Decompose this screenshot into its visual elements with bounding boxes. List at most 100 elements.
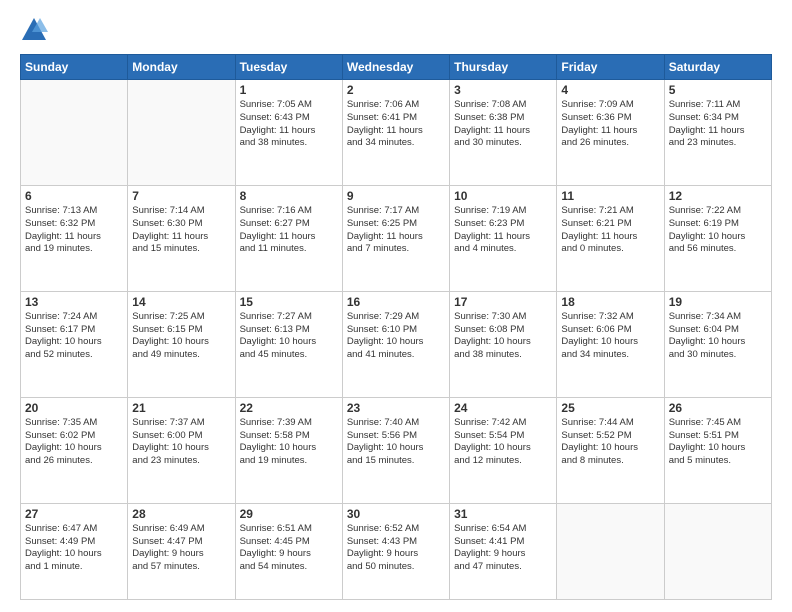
cell-line: Sunrise: 7:14 AM [132,205,230,218]
day-number: 8 [240,189,338,203]
cell-line: Sunset: 4:43 PM [347,536,445,549]
calendar-cell-1-3: 1Sunrise: 7:05 AMSunset: 6:43 PMDaylight… [235,80,342,186]
cell-line: Daylight: 11 hours [454,231,552,244]
cell-line: Daylight: 10 hours [669,336,767,349]
cell-line: Sunset: 6:17 PM [25,324,123,337]
calendar-cell-5-4: 30Sunrise: 6:52 AMSunset: 4:43 PMDayligh… [342,503,449,599]
cell-line: Sunrise: 7:13 AM [25,205,123,218]
calendar-cell-2-7: 12Sunrise: 7:22 AMSunset: 6:19 PMDayligh… [664,185,771,291]
cell-line: and 45 minutes. [240,349,338,362]
cell-line: Sunset: 4:45 PM [240,536,338,549]
cell-line: Daylight: 10 hours [669,442,767,455]
weekday-header-friday: Friday [557,55,664,80]
cell-line: and 1 minute. [25,561,123,574]
week-row-4: 20Sunrise: 7:35 AMSunset: 6:02 PMDayligh… [21,397,772,503]
cell-line: Sunrise: 6:51 AM [240,523,338,536]
calendar-cell-2-1: 6Sunrise: 7:13 AMSunset: 6:32 PMDaylight… [21,185,128,291]
cell-line: and 41 minutes. [347,349,445,362]
day-number: 29 [240,507,338,521]
cell-line: Sunrise: 7:06 AM [347,99,445,112]
day-number: 16 [347,295,445,309]
day-number: 12 [669,189,767,203]
day-number: 2 [347,83,445,97]
cell-line: Sunset: 6:25 PM [347,218,445,231]
cell-line: and 38 minutes. [240,137,338,150]
cell-line: and 0 minutes. [561,243,659,256]
calendar-cell-2-6: 11Sunrise: 7:21 AMSunset: 6:21 PMDayligh… [557,185,664,291]
cell-line: Sunrise: 7:37 AM [132,417,230,430]
calendar-cell-2-4: 9Sunrise: 7:17 AMSunset: 6:25 PMDaylight… [342,185,449,291]
cell-line: Sunrise: 7:11 AM [669,99,767,112]
day-number: 18 [561,295,659,309]
cell-line: Daylight: 10 hours [132,336,230,349]
calendar-cell-5-6 [557,503,664,599]
cell-line: and 57 minutes. [132,561,230,574]
cell-line: Sunset: 6:13 PM [240,324,338,337]
day-number: 14 [132,295,230,309]
day-number: 28 [132,507,230,521]
cell-line: Sunrise: 6:49 AM [132,523,230,536]
cell-line: Sunrise: 7:45 AM [669,417,767,430]
calendar-cell-2-5: 10Sunrise: 7:19 AMSunset: 6:23 PMDayligh… [450,185,557,291]
calendar-cell-3-6: 18Sunrise: 7:32 AMSunset: 6:06 PMDayligh… [557,291,664,397]
cell-line: Sunset: 5:51 PM [669,430,767,443]
weekday-header-thursday: Thursday [450,55,557,80]
cell-line: Daylight: 11 hours [132,231,230,244]
cell-line: Sunrise: 6:54 AM [454,523,552,536]
cell-line: Daylight: 10 hours [347,442,445,455]
cell-line: Sunset: 6:30 PM [132,218,230,231]
cell-line: and 50 minutes. [347,561,445,574]
cell-line: Sunrise: 7:29 AM [347,311,445,324]
day-number: 24 [454,401,552,415]
calendar-cell-4-2: 21Sunrise: 7:37 AMSunset: 6:00 PMDayligh… [128,397,235,503]
cell-line: and 34 minutes. [347,137,445,150]
weekday-header-row: SundayMondayTuesdayWednesdayThursdayFrid… [21,55,772,80]
cell-line: Daylight: 10 hours [25,548,123,561]
cell-line: Daylight: 9 hours [454,548,552,561]
calendar-cell-1-7: 5 Sunrise: 7:11 AMSunset: 6:34 PMDaylight… [664,80,771,186]
day-number: 19 [669,295,767,309]
cell-line: and 12 minutes. [454,455,552,468]
cell-line: Daylight: 10 hours [25,336,123,349]
cell-line: and 7 minutes. [347,243,445,256]
calendar-cell-5-3: 29 Sunrise: 6:51 AMSunset: 4:45 PMDayligh… [235,503,342,599]
cell-line: Sunrise: 7:34 AM [669,311,767,324]
cell-line: Daylight: 10 hours [132,442,230,455]
day-number: 20 [25,401,123,415]
cell-line: and 56 minutes. [669,243,767,256]
cell-line: Sunrise: 7:27 AM [240,311,338,324]
cell-line: and 15 minutes. [347,455,445,468]
day-number: 5 [669,83,767,97]
cell-line: Sunrise: 7:08 AM [454,99,552,112]
cell-line: Sunset: 5:52 PM [561,430,659,443]
day-number: 15 [240,295,338,309]
cell-line: Sunset: 6:34 PM [669,112,767,125]
cell-line: Sunset: 6:04 PM [669,324,767,337]
calendar-cell-4-1: 20Sunrise: 7:35 AMSunset: 6:02 PMDayligh… [21,397,128,503]
logo-icon [20,16,48,44]
day-number: 13 [25,295,123,309]
cell-line: Sunset: 4:47 PM [132,536,230,549]
cell-line: and 15 minutes. [132,243,230,256]
cell-line: Sunrise: 7:09 AM [561,99,659,112]
day-number: 9 [347,189,445,203]
cell-line: Sunrise: 7:21 AM [561,205,659,218]
calendar-cell-3-4: 16Sunrise: 7:29 AMSunset: 6:10 PMDayligh… [342,291,449,397]
cell-line: Daylight: 11 hours [561,231,659,244]
cell-line: Sunset: 5:56 PM [347,430,445,443]
cell-line: and 34 minutes. [561,349,659,362]
cell-line: Daylight: 11 hours [669,125,767,138]
cell-line: Sunset: 6:27 PM [240,218,338,231]
cell-line: and 47 minutes. [454,561,552,574]
day-number: 26 [669,401,767,415]
day-number: 4 [561,83,659,97]
day-number: 10 [454,189,552,203]
cell-line: Daylight: 9 hours [240,548,338,561]
calendar-cell-1-6: 4Sunrise: 7:09 AMSunset: 6:36 PMDaylight… [557,80,664,186]
day-number: 3 [454,83,552,97]
cell-line: and 8 minutes. [561,455,659,468]
cell-line: Daylight: 11 hours [25,231,123,244]
cell-line: Sunrise: 7:22 AM [669,205,767,218]
cell-line: Sunset: 6:02 PM [25,430,123,443]
cell-line: and 30 minutes. [454,137,552,150]
